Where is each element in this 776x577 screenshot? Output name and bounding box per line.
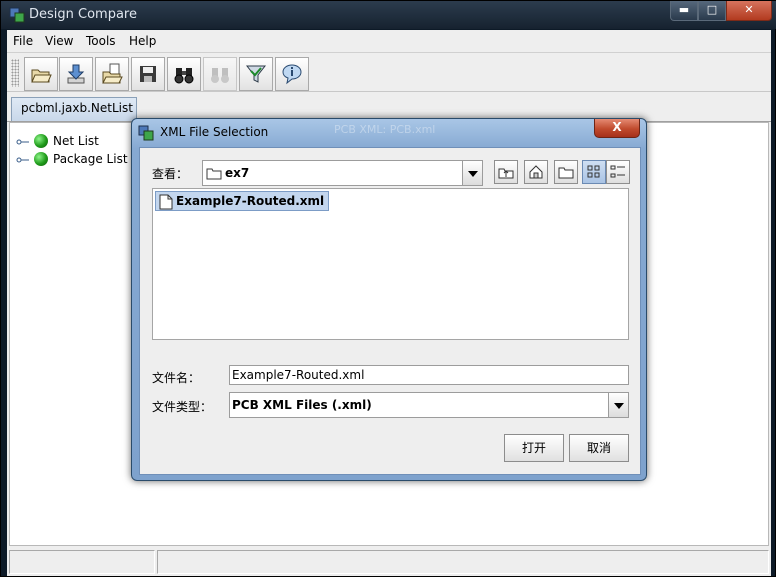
filetype-dropdown-arrow[interactable]: [608, 393, 628, 417]
dialog-close-button[interactable]: X: [594, 119, 640, 138]
look-in-combo[interactable]: ex7: [202, 160, 483, 186]
up-folder-icon: [498, 168, 514, 179]
list-view-icon: [587, 165, 600, 178]
tree-expand-handle-icon[interactable]: [16, 155, 30, 165]
cancel-button[interactable]: 取消: [569, 434, 629, 462]
compare-filter-icon: [245, 65, 267, 83]
open-folder-with-file-icon: [102, 63, 123, 84]
toolbar-grip[interactable]: [11, 59, 19, 87]
tab-label: pcbml.jaxb.NetList: [21, 101, 133, 115]
title-bar[interactable]: Design Compare ▬ □ ✕: [1, 1, 776, 29]
download-icon: [67, 64, 85, 84]
open-button[interactable]: [24, 57, 58, 91]
open-folder-icon: [31, 69, 52, 83]
compare-button[interactable]: [239, 57, 273, 91]
home-icon: [529, 165, 543, 179]
menu-bar: File View Tools Help: [7, 30, 771, 52]
new-folder-icon: [558, 167, 574, 179]
dialog-body: 查看： ex7 Example7-Routed.xml 文件名： Example…: [139, 147, 641, 475]
file-icon: [159, 194, 173, 210]
status-cell-left: [9, 550, 155, 574]
list-view-button[interactable]: [582, 160, 606, 184]
minimize-icon: ▬: [678, 3, 690, 16]
details-view-button[interactable]: [606, 160, 630, 184]
details-view-icon: [610, 165, 625, 178]
status-bar: [7, 548, 771, 576]
menu-view[interactable]: View: [45, 34, 73, 48]
xml-file-selection-dialog: XML File Selection PCB XML: PCB.xml X 查看…: [131, 118, 647, 481]
filename-label: 文件名：: [152, 371, 201, 385]
tab-netlist[interactable]: pcbml.jaxb.NetList: [11, 97, 137, 121]
open-recent-button[interactable]: [95, 57, 129, 91]
menu-tools[interactable]: Tools: [86, 34, 116, 48]
maximize-button[interactable]: □: [698, 1, 726, 21]
file-name: Example7-Routed.xml: [176, 194, 325, 208]
find-next-button[interactable]: [203, 57, 237, 91]
toolbar: [7, 52, 771, 92]
window-title: Design Compare: [29, 7, 137, 22]
look-in-label: 查看：: [152, 167, 189, 181]
save-icon: [140, 66, 156, 82]
green-node-icon: [34, 134, 48, 148]
import-button[interactable]: [59, 57, 93, 91]
close-icon: X: [612, 120, 622, 134]
open-button[interactable]: 打开: [504, 434, 564, 462]
find-button[interactable]: [167, 57, 201, 91]
filetype-combo[interactable]: PCB XML Files (.xml): [229, 392, 629, 418]
minimize-button[interactable]: ▬: [670, 1, 698, 21]
up-one-level-button[interactable]: [494, 160, 518, 184]
tree-item-label: Package List: [53, 152, 128, 166]
filetype-value: PCB XML Files (.xml): [232, 398, 372, 412]
tree-item-label: Net List: [53, 134, 99, 148]
dialog-title: XML File Selection: [160, 125, 269, 139]
dialog-ghost-title: PCB XML: PCB.xml: [334, 123, 436, 136]
status-cell-right: [157, 550, 769, 574]
filename-input[interactable]: Example7-Routed.xml: [229, 365, 629, 385]
close-icon: ✕: [744, 3, 754, 16]
dialog-app-icon: [138, 125, 154, 141]
new-folder-button[interactable]: [554, 160, 578, 184]
look-in-dropdown-arrow[interactable]: [462, 161, 482, 185]
tree-expand-handle-icon[interactable]: [16, 137, 30, 147]
menu-file[interactable]: File: [13, 34, 33, 48]
help-button[interactable]: [275, 57, 309, 91]
home-button[interactable]: [524, 160, 548, 184]
look-in-value: ex7: [225, 166, 250, 180]
green-node-icon: [34, 152, 48, 166]
filetype-label: 文件类型：: [152, 400, 213, 414]
list-item[interactable]: Example7-Routed.xml: [155, 191, 330, 211]
maximize-icon: □: [706, 3, 718, 16]
file-list[interactable]: Example7-Routed.xml: [152, 188, 629, 340]
folder-icon: [206, 168, 222, 180]
close-button[interactable]: ✕: [726, 1, 772, 21]
app-icon: [9, 7, 25, 23]
binoculars-disabled-icon: [211, 68, 229, 83]
save-button[interactable]: [131, 57, 165, 91]
help-speech-bubble-icon: [282, 64, 302, 85]
menu-help[interactable]: Help: [129, 34, 156, 48]
binoculars-icon: [174, 68, 194, 84]
